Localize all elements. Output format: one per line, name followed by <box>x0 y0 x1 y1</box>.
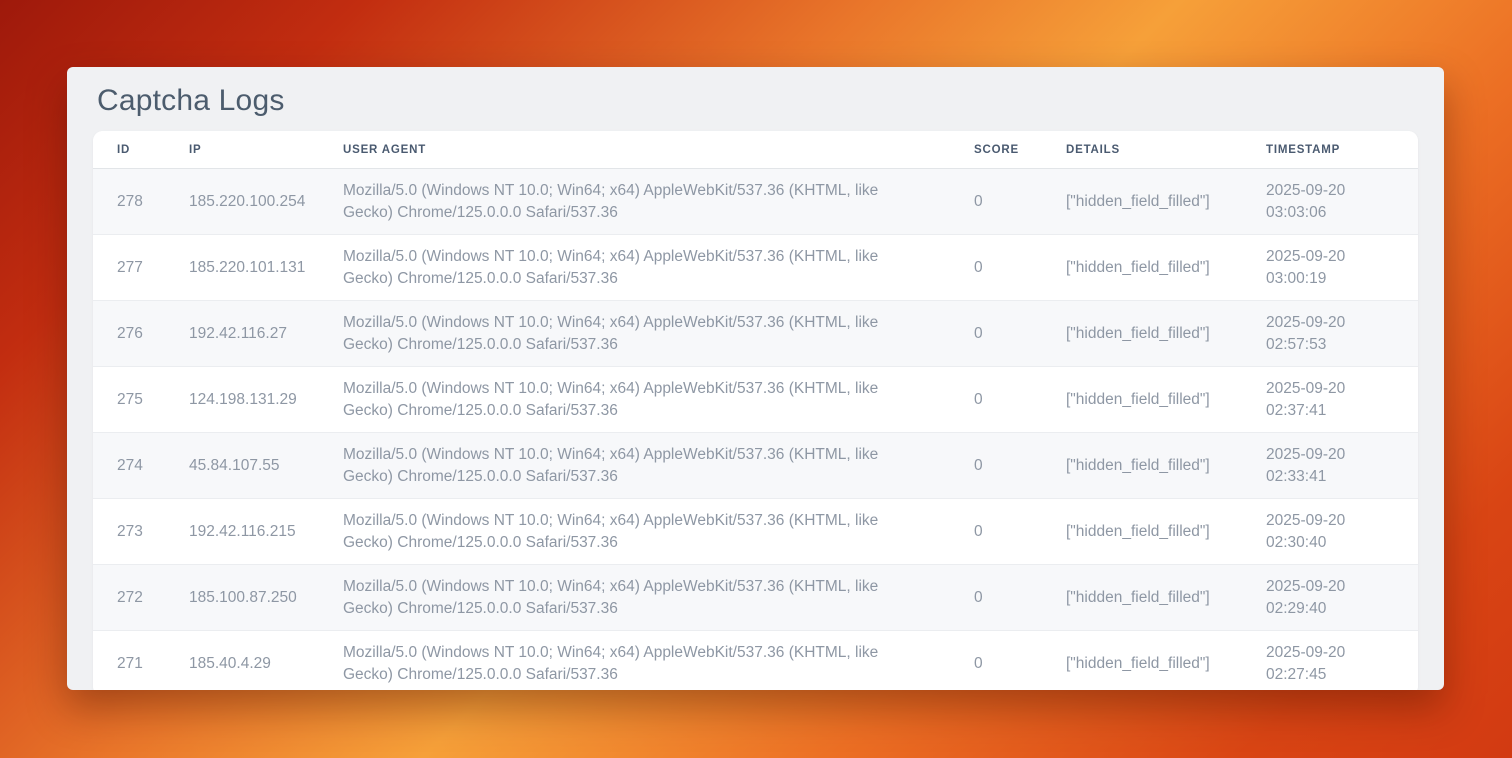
logs-table-container: ID IP USER AGENT SCORE DETAILS TIMESTAMP… <box>93 131 1418 690</box>
column-header-user-agent: USER AGENT <box>319 131 950 169</box>
table-row: 276 192.42.116.27 Mozilla/5.0 (Windows N… <box>93 301 1418 367</box>
cell-ip: 185.100.87.250 <box>165 565 319 631</box>
page-title: Captcha Logs <box>67 67 1444 131</box>
cell-timestamp: 2025-09-20 02:33:41 <box>1242 433 1418 499</box>
cell-user-agent: Mozilla/5.0 (Windows NT 10.0; Win64; x64… <box>319 235 950 301</box>
table-row: 275 124.198.131.29 Mozilla/5.0 (Windows … <box>93 367 1418 433</box>
column-header-timestamp: TIMESTAMP <box>1242 131 1418 169</box>
cell-ip: 45.84.107.55 <box>165 433 319 499</box>
cell-id: 272 <box>93 565 165 631</box>
column-header-id: ID <box>93 131 165 169</box>
cell-ip: 185.40.4.29 <box>165 631 319 690</box>
cell-ip: 192.42.116.215 <box>165 499 319 565</box>
cell-timestamp: 2025-09-20 02:37:41 <box>1242 367 1418 433</box>
cell-id: 276 <box>93 301 165 367</box>
cell-timestamp: 2025-09-20 03:03:06 <box>1242 169 1418 235</box>
cell-score: 0 <box>950 301 1042 367</box>
cell-id: 277 <box>93 235 165 301</box>
cell-details: ["hidden_field_filled"] <box>1042 631 1242 690</box>
cell-score: 0 <box>950 433 1042 499</box>
column-header-ip: IP <box>165 131 319 169</box>
cell-user-agent: Mozilla/5.0 (Windows NT 10.0; Win64; x64… <box>319 499 950 565</box>
cell-user-agent: Mozilla/5.0 (Windows NT 10.0; Win64; x64… <box>319 301 950 367</box>
cell-score: 0 <box>950 631 1042 690</box>
cell-ip: 185.220.101.131 <box>165 235 319 301</box>
captcha-logs-card: Captcha Logs ID IP USER AGENT SCORE DETA… <box>67 67 1444 690</box>
table-row: 272 185.100.87.250 Mozilla/5.0 (Windows … <box>93 565 1418 631</box>
cell-id: 274 <box>93 433 165 499</box>
cell-details: ["hidden_field_filled"] <box>1042 235 1242 301</box>
cell-timestamp: 2025-09-20 02:57:53 <box>1242 301 1418 367</box>
cell-user-agent: Mozilla/5.0 (Windows NT 10.0; Win64; x64… <box>319 169 950 235</box>
table-row: 278 185.220.100.254 Mozilla/5.0 (Windows… <box>93 169 1418 235</box>
cell-ip: 185.220.100.254 <box>165 169 319 235</box>
cell-user-agent: Mozilla/5.0 (Windows NT 10.0; Win64; x64… <box>319 631 950 690</box>
cell-details: ["hidden_field_filled"] <box>1042 169 1242 235</box>
table-row: 274 45.84.107.55 Mozilla/5.0 (Windows NT… <box>93 433 1418 499</box>
column-header-score: SCORE <box>950 131 1042 169</box>
cell-details: ["hidden_field_filled"] <box>1042 499 1242 565</box>
cell-id: 271 <box>93 631 165 690</box>
cell-details: ["hidden_field_filled"] <box>1042 433 1242 499</box>
cell-score: 0 <box>950 169 1042 235</box>
cell-score: 0 <box>950 565 1042 631</box>
cell-score: 0 <box>950 499 1042 565</box>
column-header-details: DETAILS <box>1042 131 1242 169</box>
table-header-row: ID IP USER AGENT SCORE DETAILS TIMESTAMP <box>93 131 1418 169</box>
cell-timestamp: 2025-09-20 03:00:19 <box>1242 235 1418 301</box>
cell-timestamp: 2025-09-20 02:30:40 <box>1242 499 1418 565</box>
cell-id: 273 <box>93 499 165 565</box>
cell-id: 278 <box>93 169 165 235</box>
cell-ip: 192.42.116.27 <box>165 301 319 367</box>
cell-ip: 124.198.131.29 <box>165 367 319 433</box>
cell-details: ["hidden_field_filled"] <box>1042 367 1242 433</box>
cell-details: ["hidden_field_filled"] <box>1042 301 1242 367</box>
cell-timestamp: 2025-09-20 02:27:45 <box>1242 631 1418 690</box>
cell-user-agent: Mozilla/5.0 (Windows NT 10.0; Win64; x64… <box>319 367 950 433</box>
cell-score: 0 <box>950 235 1042 301</box>
page-background: { "page": { "title": "Captcha Logs" }, "… <box>0 0 1512 758</box>
table-row: 273 192.42.116.215 Mozilla/5.0 (Windows … <box>93 499 1418 565</box>
cell-user-agent: Mozilla/5.0 (Windows NT 10.0; Win64; x64… <box>319 433 950 499</box>
cell-timestamp: 2025-09-20 02:29:40 <box>1242 565 1418 631</box>
table-row: 271 185.40.4.29 Mozilla/5.0 (Windows NT … <box>93 631 1418 690</box>
cell-details: ["hidden_field_filled"] <box>1042 565 1242 631</box>
cell-id: 275 <box>93 367 165 433</box>
cell-user-agent: Mozilla/5.0 (Windows NT 10.0; Win64; x64… <box>319 565 950 631</box>
cell-score: 0 <box>950 367 1042 433</box>
captcha-logs-table: ID IP USER AGENT SCORE DETAILS TIMESTAMP… <box>93 131 1418 690</box>
table-row: 277 185.220.101.131 Mozilla/5.0 (Windows… <box>93 235 1418 301</box>
